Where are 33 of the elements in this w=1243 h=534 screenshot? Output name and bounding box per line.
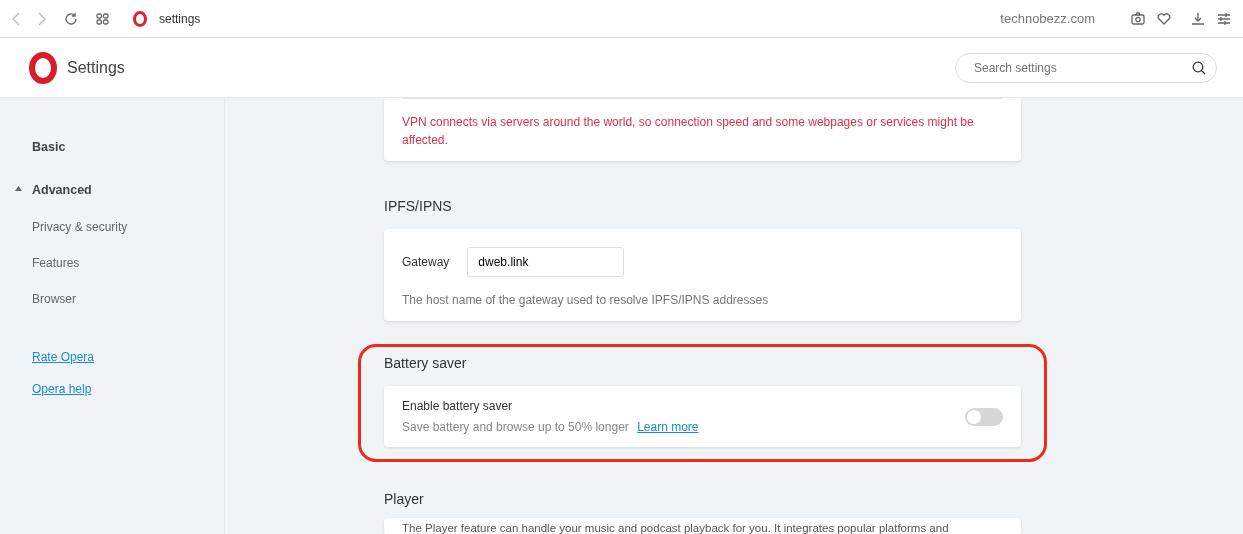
- reload-icon[interactable]: [64, 11, 78, 26]
- warning-text: VPN connects via servers around the world, so connection speed and some webpages or services might be affected.: [402, 114, 975, 149]
- help-link[interactable]: Opera help: [32, 381, 92, 396]
- sidebar-item[interactable]: Advanced: [32, 180, 92, 200]
- toggle-switch[interactable]: [965, 407, 1003, 426]
- description-text: The Player feature can handle your music and podcast playback for you. It integrates popular platforms and: [402, 522, 950, 534]
- sidebar-item[interactable]: Privacy & security: [32, 217, 128, 236]
- heart-icon[interactable]: [1157, 12, 1171, 25]
- section-heading: IPFS/IPNS: [384, 197, 453, 216]
- field-label: Gateway: [402, 254, 450, 271]
- address-text[interactable]: settings: [159, 9, 201, 28]
- site-name: technobezz.com: [1000, 9, 1095, 28]
- search-input[interactable]: Search settings: [972, 57, 1192, 78]
- section-heading: Battery saver: [384, 354, 468, 373]
- caret-up-icon[interactable]: [15, 185, 22, 191]
- setting-label: Enable battery saver: [402, 398, 514, 415]
- sidebar-item[interactable]: Basic: [32, 138, 66, 157]
- page-title: Settings: [67, 57, 125, 78]
- grid-icon[interactable]: [96, 12, 109, 25]
- hint-text: The host name of the gateway used to resolve IPFS/IPNS addresses: [402, 292, 770, 309]
- sidebar-item[interactable]: Features: [32, 253, 80, 272]
- opera-logo-icon: [133, 10, 147, 27]
- opera-logo-icon: [28, 51, 58, 84]
- camera-icon[interactable]: [1131, 12, 1145, 25]
- gateway-input[interactable]: dweb.link: [467, 247, 625, 277]
- download-icon[interactable]: [1191, 11, 1205, 26]
- section-heading: Player: [384, 490, 425, 509]
- learn-more-link[interactable]: Learn more: [637, 420, 699, 434]
- sidebar-item[interactable]: Browser: [32, 289, 76, 308]
- search-icon: [1192, 60, 1206, 75]
- help-link[interactable]: Rate Opera: [32, 349, 95, 364]
- hint-text: Save battery and browse up to 50% longer Learn more: [402, 419, 699, 436]
- sliders-icon[interactable]: [1217, 12, 1231, 25]
